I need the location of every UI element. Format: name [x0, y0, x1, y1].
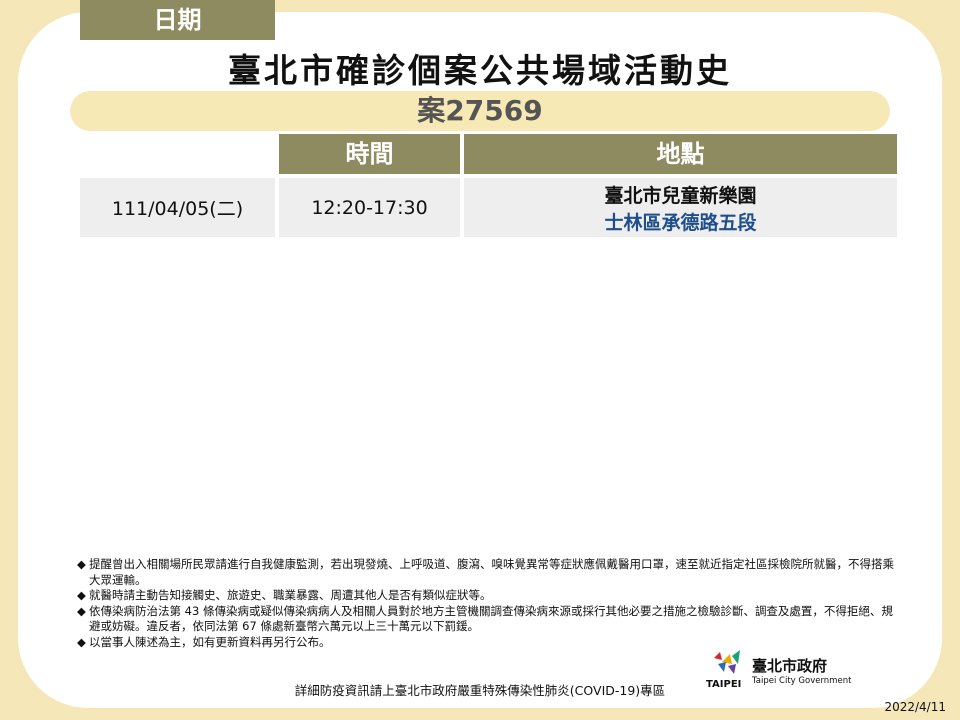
case-number-banner: 案27569	[70, 91, 890, 131]
logo-name: 臺北市政府	[752, 657, 828, 675]
note-item: ◆ 以當事人陳述為主，如有更新資料再另行公布。	[77, 634, 331, 649]
row-time: 12:20-17:30	[311, 196, 428, 219]
row-location-name: 臺北市兒童新樂園	[604, 184, 757, 207]
footer-info: 詳細防疫資訊請上臺北市政府嚴重特殊傳染性肺炎(COVID-19)專區	[294, 683, 666, 698]
case-number: 案27569	[417, 94, 543, 127]
table-cell-location: 臺北市兒童新樂園 士林區承德路五段	[464, 178, 897, 237]
note-item: ◆ 依傳染病防治法第 43 條傳染病或疑似傳染病病人及相關人員對於地方主管機關調…	[77, 603, 893, 634]
header-date: 日期	[80, 0, 275, 40]
publish-date: 2022/4/11	[884, 700, 946, 714]
diamond-bullet-icon: ◆	[77, 588, 86, 603]
note-item: ◆ 提醒曾出入相關場所民眾請進行自我健康監測，若出現發燒、上呼吸道、腹瀉、嗅味覺…	[77, 557, 894, 587]
note-item: ◆ 就醫時請主動告知接觸史、旅遊史、職業暴露、周遭其他人是否有類似症狀等。	[77, 588, 492, 603]
row-location-address: 士林區承德路五段	[604, 211, 757, 234]
notes-list: ◆ 提醒曾出入相關場所民眾請進行自我健康監測，若出現發燒、上呼吸道、腹瀉、嗅味覺…	[77, 557, 897, 651]
table-cell-date: 111/04/05(二)	[80, 178, 275, 237]
header-time: 時間	[279, 134, 460, 174]
header-location: 地點	[464, 134, 897, 174]
diamond-bullet-icon: ◆	[77, 634, 86, 649]
page-title: 臺北市確診個案公共場域活動史	[228, 51, 732, 90]
diamond-bullet-icon: ◆	[77, 603, 86, 618]
row-date: 111/04/05(二)	[111, 198, 244, 220]
diamond-bullet-icon: ◆	[77, 557, 86, 571]
table-cell-time: 12:20-17:30	[279, 178, 460, 237]
